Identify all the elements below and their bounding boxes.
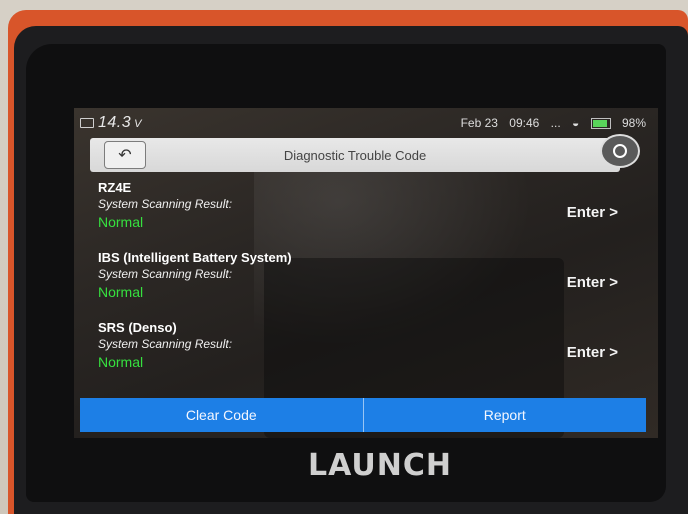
bottom-action-bar: Clear Code Report xyxy=(80,398,646,432)
system-name: IBS (Intelligent Battery System) xyxy=(98,250,292,265)
battery-icon xyxy=(590,118,611,130)
screenshot-button[interactable] xyxy=(600,134,640,168)
status-date: Feb 23 xyxy=(460,116,498,130)
system-name: RZ4E xyxy=(98,180,132,195)
notification-icon xyxy=(80,118,94,128)
clear-code-button[interactable]: Clear Code xyxy=(80,398,363,432)
brand-logo: LAUNCH xyxy=(307,448,452,483)
battery-voltage: 14.3 V xyxy=(98,114,142,131)
page-title: Diagnostic Trouble Code xyxy=(283,147,427,163)
status-right: Feb 23 09:46 ... ◒ 98% xyxy=(453,116,646,130)
scan-result-value: Normal xyxy=(98,354,144,370)
enter-button[interactable]: Enter > xyxy=(567,274,618,291)
system-item-rz4e[interactable]: RZ4E System Scanning Result: Normal Ente… xyxy=(98,180,638,244)
wifi-icon: ◒ xyxy=(572,116,580,130)
camera-icon xyxy=(613,144,627,158)
scan-result-label: System Scanning Result: xyxy=(98,267,233,281)
battery-percent: 98% xyxy=(621,116,646,130)
enter-button[interactable]: Enter > xyxy=(567,204,618,221)
system-item-srs[interactable]: SRS (Denso) System Scanning Result: Norm… xyxy=(98,320,638,384)
system-name: SRS (Denso) xyxy=(98,320,177,335)
scan-result-value: Normal xyxy=(98,214,144,230)
enter-button[interactable]: Enter > xyxy=(567,344,618,361)
signal-indicator: ... xyxy=(550,116,561,130)
status-time: 09:46 xyxy=(509,116,540,130)
scan-result-label: System Scanning Result: xyxy=(98,337,233,351)
system-item-ibs[interactable]: IBS (Intelligent Battery System) System … xyxy=(98,250,638,314)
title-bar: ↶ Diagnostic Trouble Code xyxy=(90,134,640,172)
status-bar: 14.3 V Feb 23 09:46 ... ◒ 98% xyxy=(74,108,658,138)
device-screen: 14.3 V Feb 23 09:46 ... ◒ 98% ↶ Diagnosti… xyxy=(74,108,658,438)
scan-result-label: System Scanning Result: xyxy=(98,197,233,211)
report-button[interactable]: Report xyxy=(364,398,647,432)
scan-result-value: Normal xyxy=(98,284,144,300)
